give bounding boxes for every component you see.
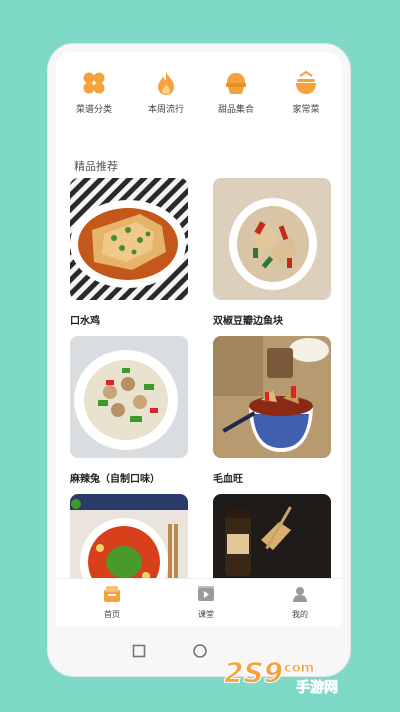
watermark-logo-icon: 2S9 com 手游网	[224, 656, 339, 697]
recipe-card[interactable]: 麻辣兔（自制口味）	[70, 336, 188, 485]
recipe-image	[213, 178, 331, 300]
section-title: 精品推荐	[74, 160, 118, 173]
recipe-image	[70, 178, 188, 300]
user-icon	[293, 587, 307, 602]
nav-item-label: 家常菜	[292, 105, 320, 115]
watermark-number: 2S9	[224, 656, 283, 689]
recipe-card[interactable]: 毛血旺	[213, 336, 331, 485]
recipe-name: 麻辣兔（自制口味）	[70, 474, 160, 485]
recipe-name: 口水鸡	[70, 316, 100, 327]
tab-profile[interactable]: 我的	[270, 585, 330, 620]
phone-frame: 菜谱分类 本周流行 甜品集合 家常菜 精品推荐 口水鸡 双椒豆瓣边鱼块 麻辣兔（…	[48, 44, 350, 676]
tab-label: 首页	[104, 610, 120, 619]
dessert-icon	[226, 73, 246, 94]
recent-apps-icon[interactable]	[132, 644, 146, 658]
recipe-image	[70, 336, 188, 458]
home-circle-icon[interactable]	[192, 643, 208, 659]
recipe-card[interactable]: 口水鸡	[70, 178, 188, 327]
flame-icon	[158, 72, 174, 95]
recipe-name: 双椒豆瓣边鱼块	[213, 316, 283, 327]
recipe-name: 毛血旺	[213, 474, 243, 485]
site-watermark: 2S9 com 手游网	[222, 652, 372, 700]
home-icon	[104, 586, 120, 602]
tab-label: 我的	[292, 610, 308, 619]
nav-item-recipe-categories[interactable]: 菜谱分类	[59, 70, 129, 115]
nav-item-label: 甜品集合	[217, 105, 254, 115]
bowl-icon	[296, 70, 316, 94]
recipe-card[interactable]: 双椒豆瓣边鱼块	[213, 178, 331, 327]
tab-classroom[interactable]: 课堂	[176, 585, 236, 620]
app-screen: 菜谱分类 本周流行 甜品集合 家常菜 精品推荐 口水鸡 双椒豆瓣边鱼块 麻辣兔（…	[56, 52, 342, 618]
nav-item-weekly-popular[interactable]: 本周流行	[131, 70, 201, 115]
video-icon	[198, 586, 214, 601]
tab-label: 课堂	[198, 610, 214, 619]
nav-item-home-cooking[interactable]: 家常菜	[271, 70, 341, 115]
nav-item-desserts[interactable]: 甜品集合	[201, 70, 271, 115]
watermark-text: 手游网	[296, 679, 338, 696]
nav-item-label: 菜谱分类	[75, 105, 112, 115]
grid-icon	[83, 72, 105, 94]
tab-home[interactable]: 首页	[82, 585, 142, 620]
watermark-suffix: com	[284, 661, 314, 676]
bottom-tab-bar: 首页 课堂 我的	[56, 578, 342, 627]
nav-item-label: 本周流行	[147, 105, 184, 115]
recipe-image	[213, 336, 331, 458]
category-nav: 菜谱分类 本周流行 甜品集合 家常菜	[56, 70, 342, 130]
